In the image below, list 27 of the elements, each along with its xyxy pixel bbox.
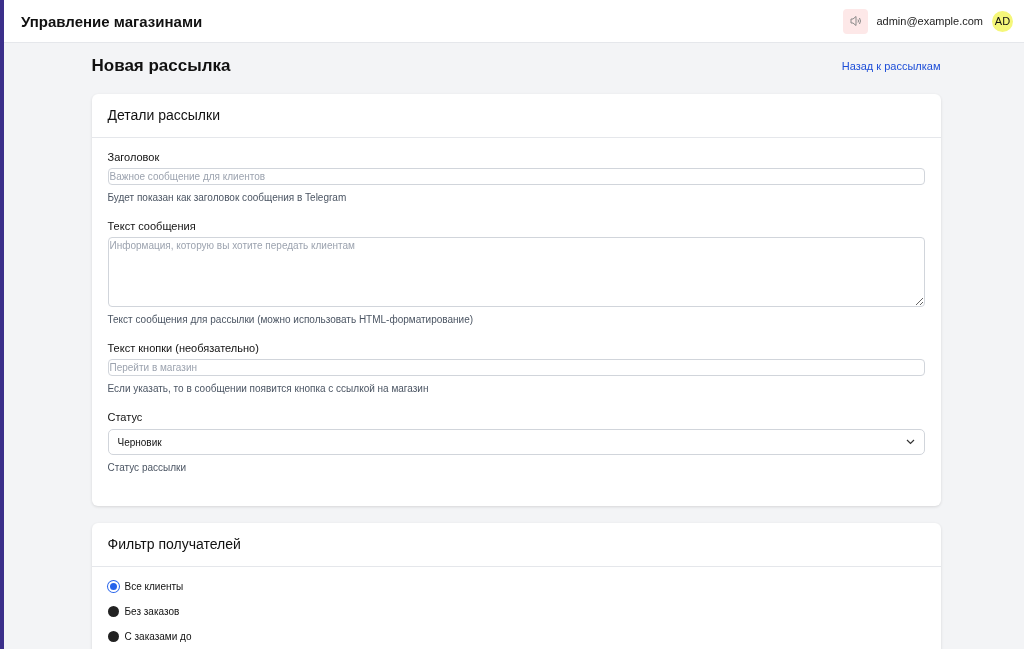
user-email: admin@example.com bbox=[876, 15, 983, 27]
chevron-down-icon bbox=[905, 439, 915, 445]
radio-button[interactable] bbox=[107, 581, 119, 592]
app-title: Управление магазинами bbox=[21, 12, 204, 30]
radio-label[interactable]: С заказами до bbox=[124, 630, 192, 643]
input-field[interactable]: Важное сообщение для клиентов bbox=[107, 168, 925, 185]
field-label: Текст кнопки (необязательно) bbox=[107, 342, 260, 354]
card-title: Фильтр получателей bbox=[91, 523, 941, 567]
back-link[interactable]: Назад к рассылкам bbox=[841, 59, 941, 72]
field-label: Статус bbox=[107, 411, 144, 423]
radio-label[interactable]: Все клиенты bbox=[124, 580, 184, 593]
status-dropdown[interactable]: Черновик bbox=[107, 429, 925, 455]
radio-button[interactable] bbox=[107, 606, 119, 617]
radio-label[interactable]: Без заказов bbox=[124, 605, 180, 618]
help-text: Будет показан как заголовок сообщения в Telegram bbox=[107, 192, 348, 203]
speaker-icon bbox=[849, 15, 862, 27]
page-title: Новая рассылка bbox=[91, 55, 231, 76]
help-text: Если указать, то в сообщении появится кнопка с ссылкой на магазин bbox=[107, 383, 430, 394]
input-field[interactable]: Перейти в магазин bbox=[107, 359, 925, 376]
field-label: Текст сообщения bbox=[107, 220, 197, 232]
help-text: Текст сообщения для рассылки (можно использовать HTML-форматирование) bbox=[107, 314, 475, 325]
card-title: Детали рассылки bbox=[91, 94, 941, 138]
radio-button[interactable] bbox=[107, 631, 119, 642]
help-text: Статус рассылки bbox=[107, 462, 187, 473]
user-avatar[interactable]: AD bbox=[992, 10, 1013, 32]
field-label: Заголовок bbox=[107, 151, 161, 163]
message-textarea[interactable]: Информация, которую вы хотите передать клиентам bbox=[107, 237, 925, 307]
